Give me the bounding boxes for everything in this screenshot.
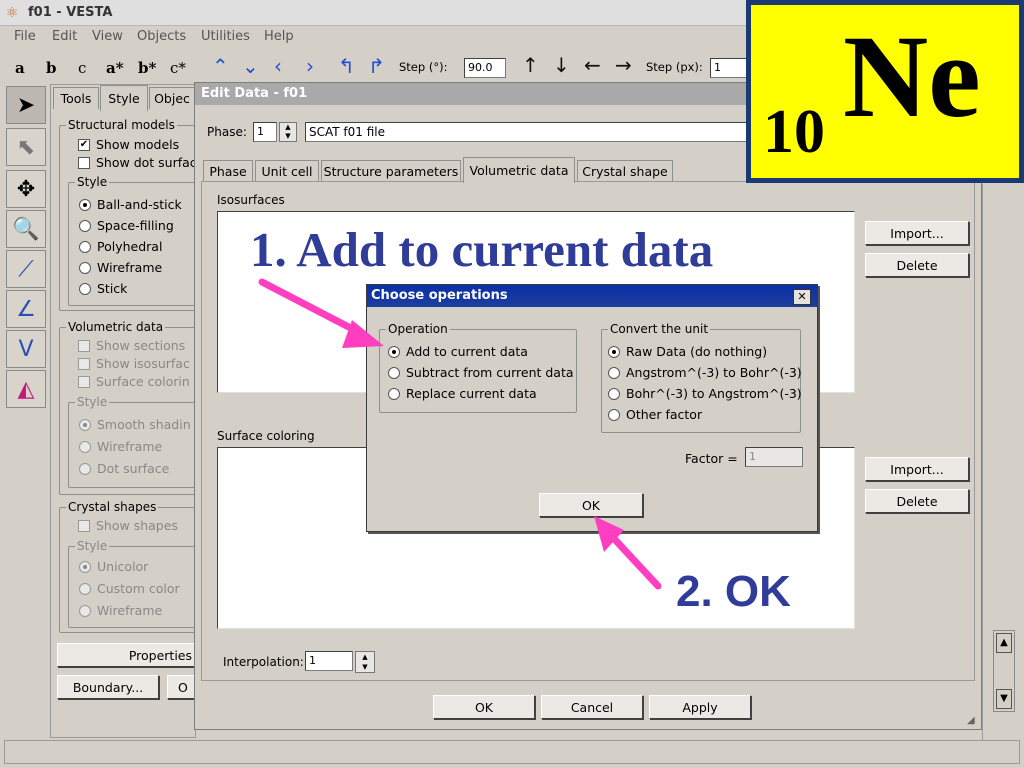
atomic-number: 10 — [763, 98, 825, 166]
element-symbol: Ne — [843, 11, 981, 142]
arrow-to-ok-icon — [594, 516, 662, 590]
tab-style[interactable]: Style — [100, 85, 148, 111]
element-badge: 10 Ne — [746, 0, 1024, 183]
tab-volumetric-data[interactable]: Volumetric data — [463, 157, 575, 183]
element-badge-fill: 10 Ne — [751, 5, 1019, 178]
arrow-to-add-icon — [258, 278, 384, 348]
